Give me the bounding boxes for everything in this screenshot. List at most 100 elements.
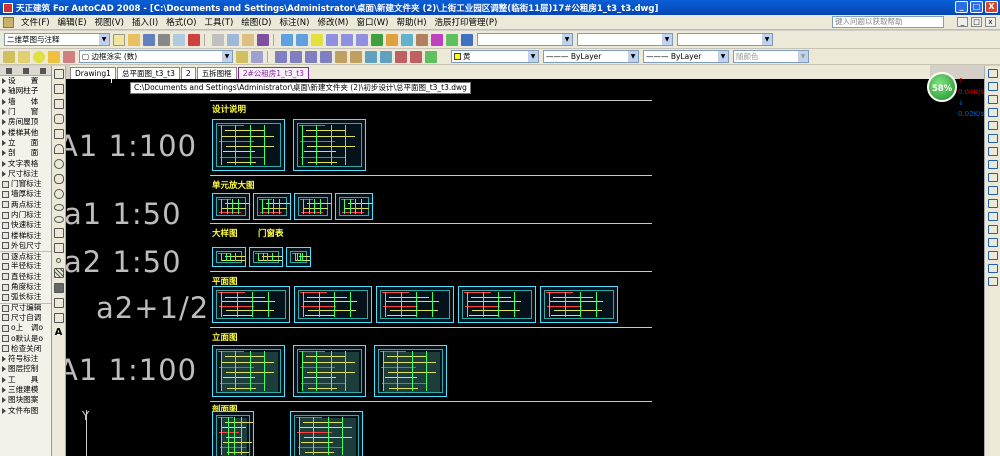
menu-window[interactable]: 窗口(W) — [352, 16, 392, 28]
sheet-thumbnail[interactable] — [212, 286, 290, 323]
sheet-thumbnail[interactable] — [290, 411, 363, 456]
array-icon[interactable] — [987, 121, 998, 130]
sheet-thumbnail[interactable] — [374, 345, 447, 397]
tool-icon[interactable] — [305, 50, 317, 63]
undo-icon[interactable] — [281, 33, 293, 46]
tab-2[interactable]: 2 — [180, 67, 196, 79]
panel-item[interactable]: 门窗标注 — [0, 179, 51, 189]
sheet-thumbnail[interactable] — [335, 193, 373, 220]
mtext-icon[interactable]: A — [52, 328, 65, 338]
panel-item[interactable]: 角度标注 — [0, 282, 51, 292]
sheet-thumbnail[interactable] — [294, 193, 332, 220]
maximize-button[interactable]: □ — [970, 1, 983, 13]
drawing-canvas[interactable]: C:\Documents and Settings\Administrator\… — [66, 79, 984, 456]
polygon-icon[interactable] — [53, 114, 64, 124]
panel-item[interactable]: 尺寸编辑 — [0, 302, 51, 313]
tool-icon[interactable] — [425, 50, 437, 63]
extend-icon[interactable] — [987, 199, 998, 208]
panel-item[interactable]: 房间屋顶 — [0, 117, 51, 127]
offset-icon[interactable] — [987, 108, 998, 117]
text-style-select[interactable]: ▼ — [477, 33, 573, 46]
menu-edit[interactable]: 编辑(E) — [54, 16, 91, 28]
menu-help[interactable]: 帮助(H) — [393, 16, 431, 28]
lineweight-select[interactable]: ——— ByLayer ▼ — [643, 50, 729, 63]
preview-icon[interactable] — [173, 33, 185, 46]
tool-icon[interactable] — [395, 50, 407, 63]
sheet-thumbnail[interactable] — [458, 286, 536, 323]
menu-tools[interactable]: 工具(T) — [200, 16, 237, 28]
plotstyle-select[interactable]: 随颜色 ▼ — [733, 50, 809, 63]
panel-item[interactable]: 符号标注 — [0, 354, 51, 364]
sun-icon[interactable] — [48, 50, 60, 63]
scale-icon[interactable] — [987, 160, 998, 169]
help-icon[interactable] — [461, 33, 473, 46]
panel-item[interactable]: 剖 面 — [0, 148, 51, 158]
table-icon[interactable] — [53, 313, 64, 323]
new-icon[interactable] — [113, 33, 125, 46]
properties-icon[interactable] — [371, 33, 383, 46]
menu-dimension[interactable]: 标注(N) — [275, 16, 313, 28]
panel-item[interactable]: 文字表格 — [0, 158, 51, 168]
panel-item[interactable]: 楼梯标注 — [0, 230, 51, 240]
trim-icon[interactable] — [987, 186, 998, 195]
panel-item[interactable]: 直径标注 — [0, 272, 51, 282]
calculator-icon[interactable] — [446, 33, 458, 46]
table-style-select[interactable]: ▼ — [677, 33, 773, 46]
panel-item[interactable]: 逐点标注 — [0, 251, 51, 261]
menu-file[interactable]: 文件(F) — [17, 16, 54, 28]
tool-icon[interactable] — [335, 50, 347, 63]
lock-icon[interactable] — [63, 50, 75, 63]
layer-select[interactable]: ▢ 边框涂实 (数) ▼ — [79, 50, 233, 63]
panel-item[interactable]: 尺寸自调 — [0, 313, 51, 323]
menu-draw[interactable]: 绘图(D) — [237, 16, 275, 28]
sheet-thumbnail[interactable] — [212, 193, 250, 220]
panel-item[interactable]: 外包尺寸 — [0, 241, 51, 251]
sheet-thumbnail[interactable] — [540, 286, 618, 323]
panel-item[interactable]: 工 具 — [0, 375, 51, 385]
dim-style-select[interactable]: ▼ — [577, 33, 673, 46]
region-icon[interactable] — [53, 298, 64, 308]
tool-icon[interactable] — [320, 50, 332, 63]
arc-icon[interactable] — [53, 144, 64, 154]
sheet-thumbnail[interactable] — [212, 411, 254, 456]
menu-print-manager[interactable]: 浩辰打印管理(P) — [431, 16, 502, 28]
sheet-set-icon[interactable] — [416, 33, 428, 46]
color-select[interactable]: 黄 ▼ — [451, 50, 539, 63]
panel-item[interactable]: 三维建模 — [0, 385, 51, 395]
break-icon[interactable] — [987, 225, 998, 234]
sheet-thumbnail[interactable] — [294, 286, 372, 323]
open-icon[interactable] — [128, 33, 140, 46]
panel-item[interactable]: 设 置 — [0, 76, 51, 86]
layer-manager-icon[interactable] — [3, 50, 15, 63]
gradient-icon[interactable] — [53, 283, 64, 293]
linetype-select[interactable]: ——— ByLayer ▼ — [543, 50, 639, 63]
revcloud-icon[interactable] — [53, 174, 64, 184]
print-icon[interactable] — [158, 33, 170, 46]
panel-item[interactable]: 检查关闭 — [0, 344, 51, 354]
doc-restore-button[interactable]: □ — [971, 17, 982, 27]
tool-icon[interactable] — [410, 50, 422, 63]
join-icon[interactable] — [987, 238, 998, 247]
panel-item[interactable]: 图块图案 — [0, 395, 51, 405]
break-point-icon[interactable] — [987, 212, 998, 221]
menu-view[interactable]: 视图(V) — [91, 16, 128, 28]
ellipse-icon[interactable] — [53, 204, 64, 211]
tool-icon[interactable] — [350, 50, 362, 63]
sheet-thumbnail[interactable] — [212, 247, 246, 267]
hatch-icon[interactable] — [53, 268, 64, 278]
match-properties-icon[interactable] — [257, 33, 269, 46]
panel-item[interactable]: 门 窗 — [0, 107, 51, 117]
zoom-realtime-icon[interactable] — [326, 33, 338, 46]
move-icon[interactable] — [987, 134, 998, 143]
make-block-icon[interactable] — [53, 243, 64, 253]
stretch-icon[interactable] — [987, 173, 998, 182]
doc-minimize-button[interactable]: _ — [957, 17, 968, 27]
tool-icon[interactable] — [290, 50, 302, 63]
paste-icon[interactable] — [242, 33, 254, 46]
circle-icon[interactable] — [53, 159, 64, 169]
panel-item[interactable]: 两点标注 — [0, 200, 51, 210]
rotate-icon[interactable] — [987, 147, 998, 156]
sheet-thumbnail[interactable] — [249, 247, 283, 267]
polyline-icon[interactable] — [53, 99, 64, 109]
sheet-thumbnail[interactable] — [212, 345, 285, 397]
